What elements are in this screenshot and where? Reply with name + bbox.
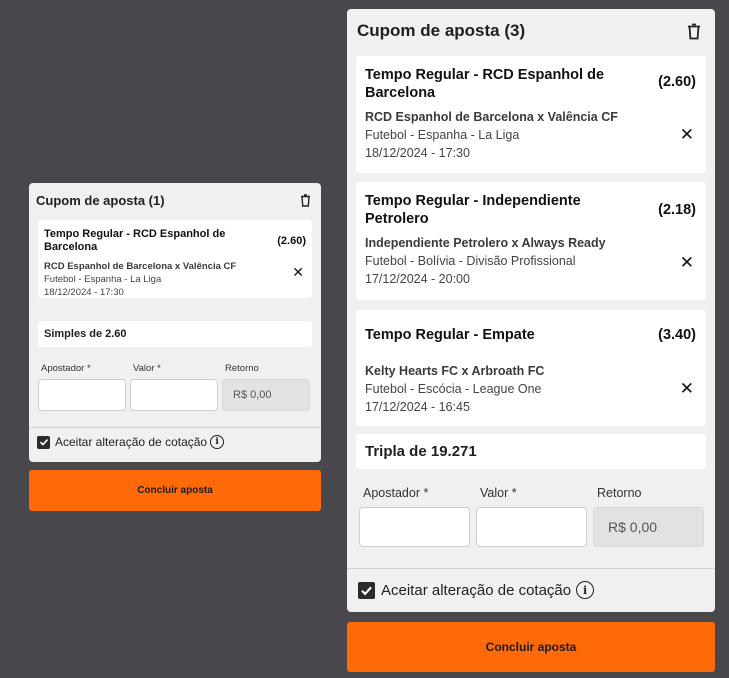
accept-odds-change: Aceitar alteração de cotação i [358,581,595,599]
stake-fields: Apostador * Valor * Retorno R$ 0,00 [359,486,704,547]
bet-odds: (2.18) [658,202,696,218]
bettor-field-group: Apostador * [38,363,126,411]
bettor-label: Apostador * [363,486,429,500]
bettor-label: Apostador * [41,363,91,374]
return-field-group: Retorno R$ 0,00 [593,486,704,547]
bet-datetime: 17/12/2024 - 16:45 [365,400,470,414]
stake-fields: Apostador * Valor * Retorno R$ 0,00 [38,363,310,411]
bet-card: Tempo Regular - RCD Espanhol de Barcelon… [38,220,312,298]
accept-odds-change: Aceitar alteração de cotação i [37,435,225,449]
bet-datetime: 18/12/2024 - 17:30 [44,287,124,298]
return-label: Retorno [597,486,642,500]
value-field-group: Valor * [476,486,587,547]
bet-slip-header: Cupom de aposta (3) [357,19,701,43]
accept-checkbox[interactable] [37,435,50,449]
checkmark-icon [39,439,48,446]
bet-summary: Tripla de 19.271 [356,434,706,469]
bet-market: Tempo Regular - Empate [365,327,535,343]
bet-match: Independiente Petrolero x Always Ready [365,236,606,250]
bet-card: Tempo Regular - Empate (3.40) Kelty Hear… [356,310,706,426]
bet-summary: Simples de 2.60 [38,321,312,347]
bet-match: RCD Espanhol de Barcelona x Valência CF [44,261,237,272]
bet-slip-header: Cupom de aposta (1) [36,191,311,209]
trash-icon[interactable] [687,23,701,40]
bet-league: Futebol - Escócia - League One [365,382,542,396]
info-icon[interactable]: i [576,581,595,599]
bet-card: Tempo Regular - RCD Espanhol de Barcelon… [356,56,706,173]
bet-slip-large: Cupom de aposta (3) Tempo Regular - RCD … [347,9,715,612]
bet-market: Tempo Regular - RCD Espanhol de Barcelon… [44,228,226,253]
trash-icon[interactable] [300,193,311,207]
divider [347,568,715,569]
conclude-bet-button[interactable]: Concluir aposta [347,622,715,672]
bet-card: Tempo Regular - Independiente Petrolero … [356,182,706,300]
close-icon[interactable]: ✕ [680,380,694,397]
bet-match: Kelty Hearts FC x Arbroath FC [365,364,545,378]
return-label: Retorno [225,363,259,374]
bet-match: RCD Espanhol de Barcelona x Valência CF [365,110,618,124]
value-label: Valor * [133,363,161,374]
bet-odds: (2.60) [277,235,306,247]
bet-datetime: 17/12/2024 - 20:00 [365,272,470,286]
info-icon[interactable]: i [210,435,225,449]
bet-market: Tempo Regular - RCD Espanhol de Barcelon… [365,67,605,101]
return-field: R$ 0,00 [222,379,310,411]
close-icon[interactable]: ✕ [680,126,694,143]
close-icon[interactable]: ✕ [680,254,694,271]
bet-market: Tempo Regular - Independiente Petrolero [365,193,581,227]
value-field-group: Valor * [130,363,218,411]
bettor-input[interactable] [38,379,126,411]
value-label: Valor * [480,486,517,500]
bet-odds: (3.40) [658,327,696,343]
bet-league: Futebol - Espanha - La Liga [44,274,162,285]
bet-league: Futebol - Bolívia - Divisão Profissional [365,254,576,268]
divider [29,427,321,428]
checkmark-icon [361,586,372,595]
value-input[interactable] [130,379,218,411]
close-icon[interactable]: ✕ [292,265,304,279]
return-field-group: Retorno R$ 0,00 [222,363,310,411]
bettor-field-group: Apostador * [359,486,470,547]
value-input[interactable] [476,507,587,547]
bet-slip-small: Cupom de aposta (1) Tempo Regular - RCD … [29,183,321,462]
bet-odds: (2.60) [658,74,696,90]
accept-label: Aceitar alteração de cotação [381,581,572,599]
accept-label: Aceitar alteração de cotação [55,435,208,449]
bet-slip-title: Cupom de aposta (3) [357,21,526,40]
bet-league: Futebol - Espanha - La Liga [365,128,520,142]
bettor-input[interactable] [359,507,470,547]
return-field: R$ 0,00 [593,507,704,547]
conclude-bet-button[interactable]: Concluir aposta [29,470,321,511]
bet-slip-title: Cupom de aposta (1) [36,192,165,208]
accept-checkbox[interactable] [358,581,375,599]
bet-datetime: 18/12/2024 - 17:30 [365,146,470,160]
